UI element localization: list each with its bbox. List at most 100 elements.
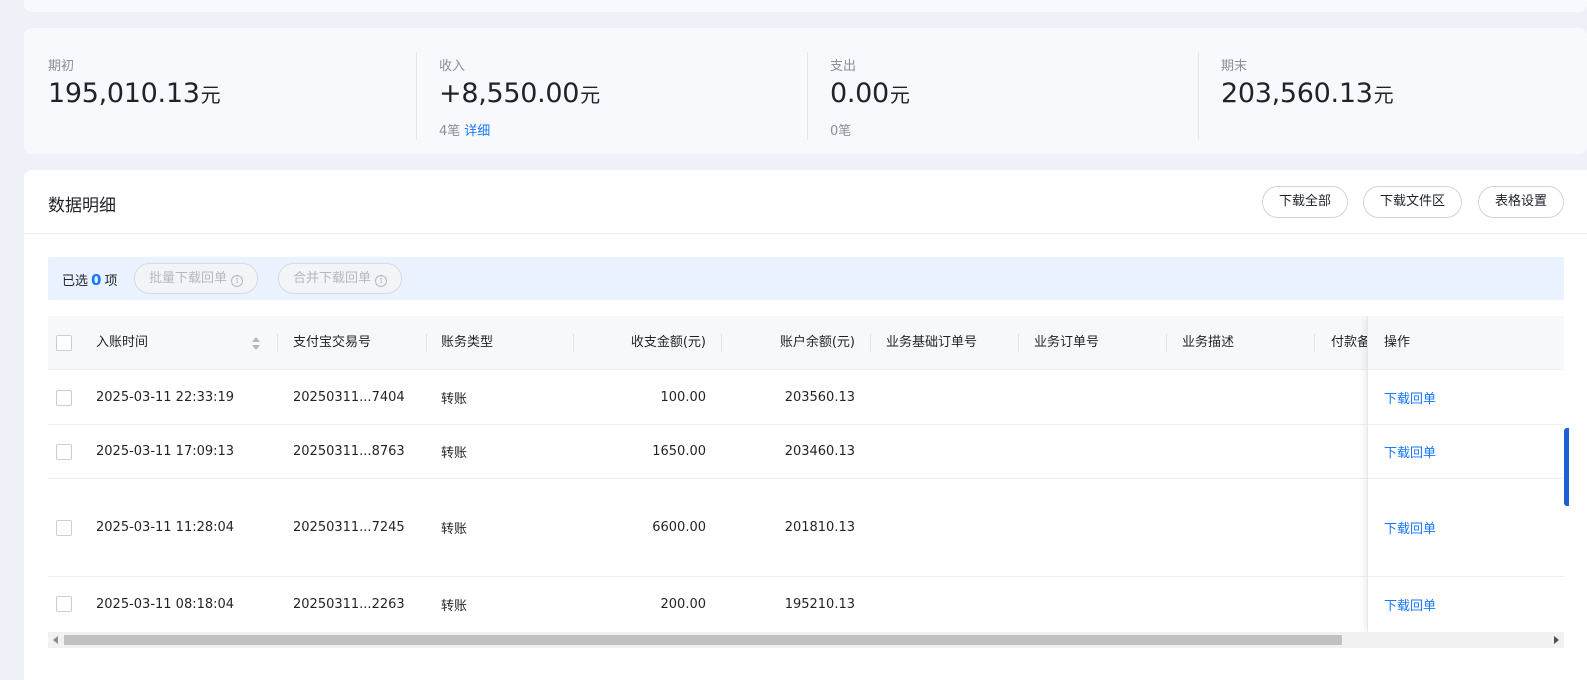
data-table: 入账时间 支付宝交易号 账务类型 收支金额(元) 账户余额(元) 业务基础订单号… — [48, 316, 1564, 632]
batch-download-label: 批量下载回单 — [149, 271, 228, 286]
download-receipt-link[interactable]: 下载回单 — [1384, 388, 1436, 407]
operation-column-header: 操作 — [1368, 316, 1564, 370]
selection-bar: 已选 0 项 批量下载回单 i 合并下载回单 i — [48, 257, 1564, 300]
col-header-trade-no: 支付宝交易号 — [293, 335, 372, 350]
action-cell-row: 下载回单 — [1368, 425, 1564, 479]
cell-trade-no: 20250311...7404 — [293, 390, 405, 405]
selection-prefix: 已选 — [62, 274, 89, 289]
col-header-desc: 业务描述 — [1182, 335, 1235, 350]
summary-expense: 支出 0.00元 0笔 — [807, 28, 1198, 154]
table-row: 2025-03-11 11:28:04 20250311...7245 转账 6… — [48, 479, 1564, 577]
action-cell-row: 下载回单 — [1368, 479, 1564, 577]
summary-income-value: +8,550.00 — [439, 78, 580, 109]
summary-expense-unit: 元 — [889, 83, 910, 107]
summary-divider — [807, 52, 808, 140]
col-header-base-order: 业务基础订单号 — [886, 335, 978, 350]
horizontal-scrollbar[interactable] — [48, 632, 1564, 648]
summary-card: 期初 195,010.13元 收入 +8,550.00元 4笔 详细 支出 0.0… — [24, 28, 1587, 154]
column-separator — [1314, 334, 1315, 352]
row-checkbox[interactable] — [56, 596, 72, 612]
col-header-order: 业务订单号 — [1034, 335, 1100, 350]
cell-time: 2025-03-11 11:28:04 — [96, 520, 235, 535]
table-row: 2025-03-11 08:18:04 20250311...2263 转账 2… — [48, 577, 1564, 632]
summary-income-unit: 元 — [580, 83, 601, 107]
cell-balance: 203460.13 — [784, 444, 855, 459]
cell-trade-no: 20250311...2263 — [293, 597, 405, 612]
selection-suffix: 项 — [104, 274, 118, 289]
cell-type: 转账 — [441, 446, 468, 461]
download-files-button[interactable]: 下载文件区 — [1363, 186, 1463, 218]
selection-summary: 已选 0 项 — [62, 270, 117, 289]
table-header: 入账时间 支付宝交易号 账务类型 收支金额(元) 账户余额(元) 业务基础订单号… — [48, 316, 1564, 370]
summary-opening-unit: 元 — [200, 83, 221, 107]
summary-expense-label: 支出 — [830, 59, 857, 74]
summary-closing-value: 203,560.13 — [1221, 78, 1373, 109]
table-row: 2025-03-11 17:09:13 20250311...8763 转账 1… — [48, 425, 1564, 479]
summary-closing-unit: 元 — [1373, 83, 1394, 107]
cell-balance: 195210.13 — [784, 597, 855, 612]
selection-count: 0 — [91, 271, 102, 289]
summary-divider — [416, 52, 417, 140]
col-header-amount: 收支金额(元) — [630, 335, 706, 350]
table-row: 2025-03-11 22:33:19 20250311...7404 转账 1… — [48, 371, 1564, 425]
column-separator — [1166, 334, 1167, 352]
scroll-right-arrow-icon[interactable] — [1554, 636, 1559, 644]
cell-time: 2025-03-11 08:18:04 — [96, 597, 235, 612]
column-separator — [870, 334, 871, 352]
cell-time: 2025-03-11 17:09:13 — [96, 444, 235, 459]
operation-column: 操作 下载回单 下载回单 下载回单 下载回单 — [1367, 316, 1564, 632]
side-floating-tab[interactable] — [1564, 428, 1569, 506]
row-checkbox[interactable] — [56, 444, 72, 460]
sort-icon[interactable] — [252, 337, 260, 351]
col-header-type: 账务类型 — [441, 335, 494, 350]
cell-type: 转账 — [441, 522, 468, 537]
download-receipt-link[interactable]: 下载回单 — [1384, 518, 1436, 537]
detail-card: 数据明细 下载全部 下载文件区 表格设置 已选 0 项 批量下载回单 i 合并下载回单… — [24, 170, 1587, 680]
info-icon: i — [375, 275, 388, 287]
cell-balance: 201810.13 — [784, 520, 855, 535]
scroll-left-arrow-icon[interactable] — [53, 636, 58, 644]
top-card — [24, 0, 1587, 12]
summary-expense-count: 0笔 — [830, 124, 852, 139]
merge-download-button[interactable]: 合并下载回单 i — [278, 263, 403, 294]
header-divider — [24, 233, 1587, 234]
col-header-payer-note: 付款备 — [1331, 335, 1371, 350]
select-all-checkbox[interactable] — [56, 335, 72, 351]
summary-closing: 期末 203,560.13元 — [1198, 28, 1587, 154]
summary-income-label: 收入 — [439, 59, 466, 74]
summary-opening-label: 期初 — [48, 59, 75, 74]
column-separator — [1018, 334, 1019, 352]
scrollbar-thumb[interactable] — [64, 635, 1342, 645]
col-header-balance: 账户余额(元) — [779, 335, 855, 350]
row-checkbox[interactable] — [56, 390, 72, 406]
table-settings-button[interactable]: 表格设置 — [1478, 186, 1565, 218]
summary-opening: 期初 195,010.13元 — [24, 28, 415, 154]
cell-trade-no: 20250311...8763 — [293, 444, 405, 459]
summary-opening-value: 195,010.13 — [48, 78, 200, 109]
merge-download-label: 合并下载回单 — [293, 271, 372, 286]
column-separator — [277, 334, 278, 352]
summary-income-detail-link[interactable]: 详细 — [464, 124, 490, 139]
cell-amount: 200.00 — [660, 597, 707, 612]
detail-title: 数据明细 — [48, 196, 116, 216]
cell-amount: 6600.00 — [652, 520, 706, 535]
col-header-action: 操作 — [1384, 335, 1411, 350]
batch-download-button[interactable]: 批量下载回单 i — [134, 263, 259, 294]
cell-type: 转账 — [441, 599, 468, 614]
cell-trade-no: 20250311...7245 — [293, 520, 405, 535]
cell-type: 转账 — [441, 392, 468, 407]
cell-amount: 100.00 — [660, 390, 707, 405]
info-icon: i — [231, 275, 244, 287]
action-cell-row: 下载回单 — [1368, 371, 1564, 425]
column-separator — [426, 334, 427, 352]
summary-income: 收入 +8,550.00元 4笔 详细 — [416, 28, 807, 154]
cell-amount: 1650.00 — [652, 444, 706, 459]
cell-time: 2025-03-11 22:33:19 — [96, 390, 235, 405]
download-receipt-link[interactable]: 下载回单 — [1384, 442, 1436, 461]
row-checkbox[interactable] — [56, 520, 72, 536]
download-receipt-link[interactable]: 下载回单 — [1384, 595, 1436, 614]
summary-expense-value: 0.00 — [830, 78, 889, 109]
summary-closing-label: 期末 — [1221, 59, 1248, 74]
download-all-button[interactable]: 下载全部 — [1262, 186, 1349, 218]
summary-divider — [1198, 52, 1199, 140]
